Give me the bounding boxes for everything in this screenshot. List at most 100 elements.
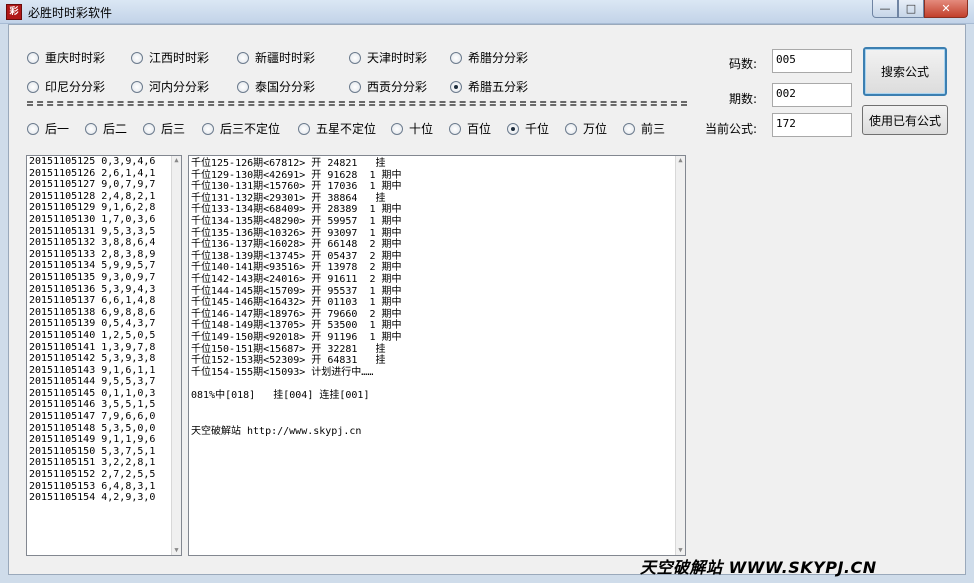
position-radio-1[interactable]: 后一 bbox=[27, 120, 69, 137]
history-row[interactable]: 20151105133 2,8,3,8,9 bbox=[27, 249, 181, 261]
history-row[interactable]: 20151105138 6,9,8,8,6 bbox=[27, 307, 181, 319]
history-row[interactable]: 20151105147 7,9,6,6,0 bbox=[27, 411, 181, 423]
lottery-radio-9[interactable]: 西贡分分彩 bbox=[349, 78, 427, 95]
radio-indicator[interactable] bbox=[237, 80, 249, 93]
history-row[interactable]: 20151105125 0,3,9,4,6 bbox=[27, 156, 181, 168]
use-existing-formula-button[interactable]: 使用已有公式 bbox=[862, 105, 948, 135]
result-row: 千位136-137期<16028> 开 66148 2 期中 bbox=[191, 239, 402, 251]
period-count-field[interactable]: 002 bbox=[772, 83, 852, 107]
history-row[interactable]: 20151105127 9,0,7,9,7 bbox=[27, 179, 181, 191]
position-radio-10[interactable]: 前三 bbox=[623, 120, 665, 137]
radio-indicator[interactable] bbox=[202, 122, 214, 135]
result-row: 千位140-141期<93516> 开 13978 2 期中 bbox=[191, 262, 402, 274]
position-radio-6[interactable]: 十位 bbox=[391, 120, 433, 137]
history-row[interactable]: 20151105136 5,3,9,4,3 bbox=[27, 284, 181, 296]
result-row: 千位130-131期<15760> 开 17036 1 期中 bbox=[191, 181, 402, 193]
history-row[interactable]: 20151105139 0,5,4,3,7 bbox=[27, 318, 181, 330]
history-row[interactable]: 20151105129 9,1,6,2,8 bbox=[27, 202, 181, 214]
radio-indicator[interactable] bbox=[565, 122, 577, 135]
lottery-radio-10[interactable]: 希腊五分彩 bbox=[450, 78, 528, 95]
radio-indicator[interactable] bbox=[143, 122, 155, 135]
position-radio-7[interactable]: 百位 bbox=[449, 120, 491, 137]
history-row[interactable]: 20151105149 9,1,1,9,6 bbox=[27, 434, 181, 446]
history-row[interactable]: 20151105137 6,6,1,4,8 bbox=[27, 295, 181, 307]
title-bar[interactable]: 彩 必胜时时彩软件 — □ ✕ bbox=[0, 0, 974, 24]
radio-indicator[interactable] bbox=[450, 80, 462, 93]
scroll-up-icon[interactable]: ▲ bbox=[676, 156, 685, 165]
position-radio-label: 前三 bbox=[641, 122, 666, 136]
lottery-radio-8[interactable]: 泰国分分彩 bbox=[237, 78, 315, 95]
history-row[interactable]: 20151105146 3,5,5,1,5 bbox=[27, 399, 181, 411]
lottery-radio-5[interactable]: 希腊分分彩 bbox=[450, 49, 528, 66]
history-row[interactable]: 20151105142 5,3,9,3,8 bbox=[27, 353, 181, 365]
history-row[interactable]: 20151105132 3,8,8,6,4 bbox=[27, 237, 181, 249]
lottery-radio-3[interactable]: 新疆时时彩 bbox=[237, 49, 315, 66]
history-row[interactable]: 20151105130 1,7,0,3,6 bbox=[27, 214, 181, 226]
radio-indicator[interactable] bbox=[131, 80, 143, 93]
position-radio-9[interactable]: 万位 bbox=[565, 120, 607, 137]
history-row[interactable]: 20151105152 2,7,2,5,5 bbox=[27, 469, 181, 481]
close-button[interactable]: ✕ bbox=[924, 0, 968, 18]
radio-indicator[interactable] bbox=[349, 80, 361, 93]
history-row[interactable]: 20151105140 1,2,5,0,5 bbox=[27, 330, 181, 342]
scroll-up-icon[interactable]: ▲ bbox=[172, 156, 181, 165]
position-radio-label: 后三不定位 bbox=[220, 122, 281, 136]
history-row[interactable]: 20151105148 5,3,5,0,0 bbox=[27, 423, 181, 435]
results-output[interactable]: 千位125-126期<67812> 开 24821 挂千位129-130期<42… bbox=[188, 155, 686, 556]
lottery-radio-2[interactable]: 江西时时彩 bbox=[131, 49, 209, 66]
radio-indicator[interactable] bbox=[507, 122, 519, 135]
lottery-radio-4[interactable]: 天津时时彩 bbox=[349, 49, 427, 66]
history-row[interactable]: 20151105131 9,5,3,3,5 bbox=[27, 226, 181, 238]
position-radio-label: 后一 bbox=[45, 122, 70, 136]
position-radio-5[interactable]: 五星不定位 bbox=[298, 120, 376, 137]
position-radio-3[interactable]: 后三 bbox=[143, 120, 185, 137]
minimize-button[interactable]: — bbox=[872, 0, 898, 18]
history-row[interactable]: 20151105150 5,3,7,5,1 bbox=[27, 446, 181, 458]
history-row[interactable]: 20151105153 6,4,8,3,1 bbox=[27, 481, 181, 493]
lottery-radio-1[interactable]: 重庆时时彩 bbox=[27, 49, 105, 66]
radio-indicator[interactable] bbox=[449, 122, 461, 135]
lottery-radio-6[interactable]: 印尼分分彩 bbox=[27, 78, 105, 95]
history-row[interactable]: 20151105145 0,1,1,0,3 bbox=[27, 388, 181, 400]
radio-indicator[interactable] bbox=[85, 122, 97, 135]
lottery-radio-label: 希腊五分彩 bbox=[468, 80, 529, 94]
lottery-radio-label: 新疆时时彩 bbox=[255, 51, 316, 65]
scroll-down-icon[interactable]: ▼ bbox=[172, 546, 181, 555]
result-rows: 千位125-126期<67812> 开 24821 挂千位129-130期<42… bbox=[191, 158, 685, 378]
radio-indicator[interactable] bbox=[237, 51, 249, 64]
search-formula-button[interactable]: 搜索公式 bbox=[863, 47, 947, 96]
lottery-radio-label: 河内分分彩 bbox=[149, 80, 210, 94]
history-row[interactable]: 20151105151 3,2,2,8,1 bbox=[27, 457, 181, 469]
history-row[interactable]: 20151105128 2,4,8,2,1 bbox=[27, 191, 181, 203]
lottery-radio-label: 希腊分分彩 bbox=[468, 51, 529, 65]
history-row[interactable]: 20151105135 9,3,0,9,7 bbox=[27, 272, 181, 284]
current-formula-field[interactable]: 172 bbox=[772, 113, 852, 137]
position-radio-2[interactable]: 后二 bbox=[85, 120, 127, 137]
radio-indicator[interactable] bbox=[131, 51, 143, 64]
radio-indicator[interactable] bbox=[391, 122, 403, 135]
position-radio-4[interactable]: 后三不定位 bbox=[202, 120, 280, 137]
code-count-field[interactable]: 005 bbox=[772, 49, 852, 73]
radio-indicator[interactable] bbox=[27, 51, 39, 64]
position-radio-label: 十位 bbox=[409, 122, 434, 136]
radio-indicator[interactable] bbox=[298, 122, 310, 135]
history-row[interactable]: 20151105126 2,6,1,4,1 bbox=[27, 168, 181, 180]
radio-indicator[interactable] bbox=[623, 122, 635, 135]
history-row[interactable]: 20151105154 4,2,9,3,0 bbox=[27, 492, 181, 504]
lottery-radio-7[interactable]: 河内分分彩 bbox=[131, 78, 209, 95]
position-radio-8[interactable]: 千位 bbox=[507, 120, 549, 137]
history-row[interactable]: 20151105144 9,5,5,3,7 bbox=[27, 376, 181, 388]
history-row[interactable]: 20151105134 5,9,9,5,7 bbox=[27, 260, 181, 272]
radio-indicator[interactable] bbox=[450, 51, 462, 64]
maximize-button[interactable]: □ bbox=[898, 0, 924, 18]
history-scrollbar[interactable]: ▲ ▼ bbox=[171, 156, 181, 555]
code-count-label: 码数: bbox=[729, 57, 758, 71]
radio-indicator[interactable] bbox=[27, 122, 39, 135]
radio-indicator[interactable] bbox=[349, 51, 361, 64]
history-row[interactable]: 20151105143 9,1,6,1,1 bbox=[27, 365, 181, 377]
period-count-label: 期数: bbox=[729, 92, 758, 106]
radio-indicator[interactable] bbox=[27, 80, 39, 93]
history-list[interactable]: 20151105125 0,3,9,4,6 20151105126 2,6,1,4… bbox=[26, 155, 182, 556]
history-row[interactable]: 20151105141 1,3,9,7,8 bbox=[27, 342, 181, 354]
results-scrollbar[interactable]: ▲ ▼ bbox=[675, 156, 685, 555]
